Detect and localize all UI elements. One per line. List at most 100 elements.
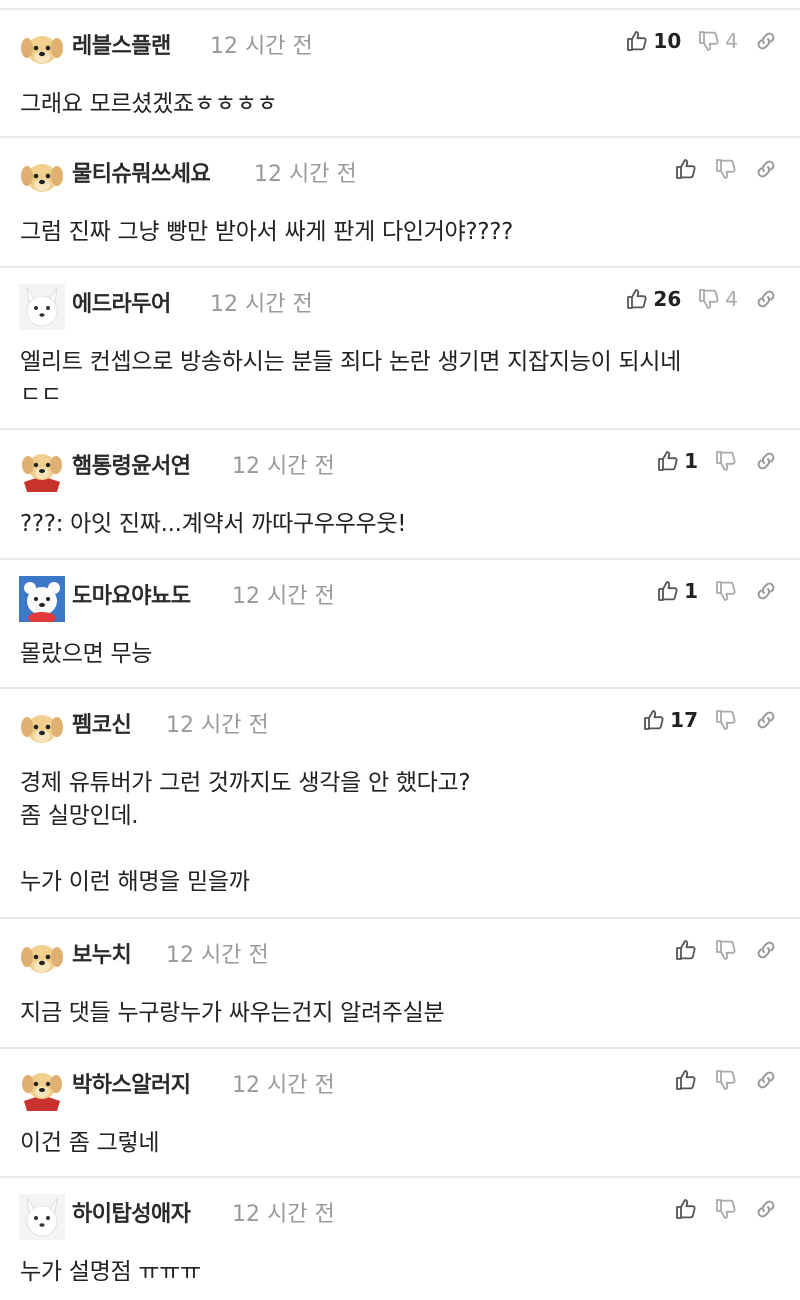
timestamp: 12 시간 전: [232, 584, 335, 609]
dislike-button[interactable]: 4: [697, 287, 738, 311]
thumbs-up-icon: [674, 938, 698, 962]
comment-actions: 17: [642, 706, 778, 734]
thumbs-down-icon: [714, 938, 738, 962]
share-link-button[interactable]: [754, 708, 778, 732]
share-link-button[interactable]: [754, 449, 778, 473]
dislike-button[interactable]: [714, 449, 738, 473]
share-link-button[interactable]: [754, 287, 778, 311]
dislike-count: 4: [725, 29, 738, 53]
thumbs-up-icon: [642, 708, 666, 732]
thumbs-down-icon: [714, 708, 738, 732]
dislike-button[interactable]: 4: [697, 29, 738, 53]
nickname[interactable]: 레블스플랜: [72, 28, 171, 60]
avatar[interactable]: [19, 26, 65, 72]
link-icon: [754, 449, 778, 473]
dislike-button[interactable]: [714, 1068, 738, 1092]
like-button[interactable]: 26: [625, 287, 681, 311]
dislike-button[interactable]: [714, 938, 738, 962]
comment-text: 경제 유튜버가 그런 것까지도 생각을 안 했다고? 좀 실망인데. 누가 이런…: [20, 770, 471, 895]
share-link-button[interactable]: [754, 29, 778, 53]
comment-header: 도마요야뇨도 12 시간 전 1: [0, 560, 800, 622]
nickname[interactable]: 도마요야뇨도: [72, 578, 191, 610]
nickname[interactable]: 햄통령윤서연: [72, 448, 191, 480]
comment-text: 누가 설명점 ㅠㅠㅠ: [20, 1259, 201, 1285]
like-button[interactable]: [674, 1197, 698, 1221]
nickname[interactable]: 박하스알러지: [72, 1067, 191, 1099]
timestamp: 12 시간 전: [232, 1202, 335, 1227]
avatar[interactable]: [19, 284, 65, 330]
share-link-button[interactable]: [754, 157, 778, 181]
comment-actions: 26 4: [625, 285, 778, 313]
thumbs-down-icon: [697, 29, 721, 53]
share-link-button[interactable]: [754, 1068, 778, 1092]
like-count: 26: [653, 287, 682, 311]
nickname[interactable]: 에드라두어: [72, 286, 171, 318]
comment-actions: 1: [656, 577, 778, 605]
link-icon: [754, 29, 778, 53]
avatar[interactable]: [19, 1065, 65, 1111]
timestamp: 12 시간 전: [254, 162, 357, 187]
avatar[interactable]: [19, 576, 65, 622]
link-icon: [754, 938, 778, 962]
comment-actions: 1: [656, 447, 778, 475]
thumbs-down-icon: [714, 1197, 738, 1221]
timestamp: 12 시간 전: [166, 713, 269, 738]
nickname[interactable]: 물티슈뭐쓰세요: [72, 156, 211, 188]
comment-text: 이건 좀 그렇네: [20, 1130, 160, 1156]
comment-item: 도마요야뇨도 12 시간 전 1 몰랐으면 무능: [0, 558, 800, 687]
nickname[interactable]: 펨코신: [72, 707, 132, 739]
like-button[interactable]: [674, 938, 698, 962]
dislike-button[interactable]: [714, 579, 738, 603]
timestamp: 12 시간 전: [210, 292, 313, 317]
nickname[interactable]: 하이탑성애자: [72, 1196, 191, 1228]
dislike-button[interactable]: [714, 1197, 738, 1221]
link-icon: [754, 708, 778, 732]
like-button[interactable]: 1: [656, 579, 698, 603]
timestamp: 12 시간 전: [210, 34, 313, 59]
thumbs-up-icon: [656, 579, 680, 603]
share-link-button[interactable]: [754, 938, 778, 962]
thumbs-up-icon: [625, 287, 649, 311]
comment-actions: [674, 155, 778, 183]
thumbs-down-icon: [714, 579, 738, 603]
nickname[interactable]: 보누치: [72, 937, 132, 969]
thumbs-up-icon: [625, 29, 649, 53]
comment-text: 그럼 진짜 그냥 빵만 받아서 싸게 판게 다인거야????: [20, 219, 514, 245]
comment-actions: [674, 1066, 778, 1094]
like-count: 17: [670, 708, 698, 732]
link-icon: [754, 1068, 778, 1092]
comment-header: 보누치 12 시간 전: [0, 919, 800, 979]
comment-header: 레블스플랜 12 시간 전 10 4: [0, 10, 800, 70]
dislike-button[interactable]: [714, 708, 738, 732]
comment-item: 펨코신 12 시간 전 17 경제 유튜버가 그런 것까지도 생각을 안 했다고…: [0, 687, 800, 917]
like-button[interactable]: [674, 1068, 698, 1092]
avatar[interactable]: [19, 1194, 65, 1240]
share-link-button[interactable]: [754, 1197, 778, 1221]
avatar[interactable]: [19, 705, 65, 751]
dislike-button[interactable]: [714, 157, 738, 181]
like-button[interactable]: [674, 157, 698, 181]
thumbs-up-icon: [674, 1197, 698, 1221]
comment-header: 에드라두어 12 시간 전 26 4: [0, 268, 800, 330]
comment-text: 그래요 모르셨겠죠ㅎㅎㅎㅎ: [20, 91, 278, 117]
thumbs-up-icon: [674, 157, 698, 181]
comment-header: 펨코신 12 시간 전 17: [0, 689, 800, 749]
comment-item: 하이탑성애자 12 시간 전 누가 설명점 ㅠㅠㅠ: [0, 1176, 800, 1300]
thumbs-down-icon: [714, 449, 738, 473]
like-button[interactable]: 17: [642, 708, 698, 732]
comment-item: 보누치 12 시간 전 지금 댓들 누구랑누가 싸우는건지 알려주실분: [0, 917, 800, 1047]
avatar[interactable]: [19, 154, 65, 200]
thumbs-down-icon: [714, 1068, 738, 1092]
comment-text: 몰랐으면 무능: [20, 641, 153, 667]
comment-item: 에드라두어 12 시간 전 26 4 엘리트 컨셉으로 방송하시는 분들 죄다 …: [0, 266, 800, 428]
like-button[interactable]: 1: [656, 449, 698, 473]
avatar[interactable]: [19, 446, 65, 492]
share-link-button[interactable]: [754, 579, 778, 603]
thumbs-up-icon: [674, 1068, 698, 1092]
timestamp: 12 시간 전: [232, 1073, 335, 1098]
link-icon: [754, 157, 778, 181]
link-icon: [754, 287, 778, 311]
like-button[interactable]: 10: [625, 29, 681, 53]
thumbs-down-icon: [714, 157, 738, 181]
avatar[interactable]: [19, 935, 65, 981]
